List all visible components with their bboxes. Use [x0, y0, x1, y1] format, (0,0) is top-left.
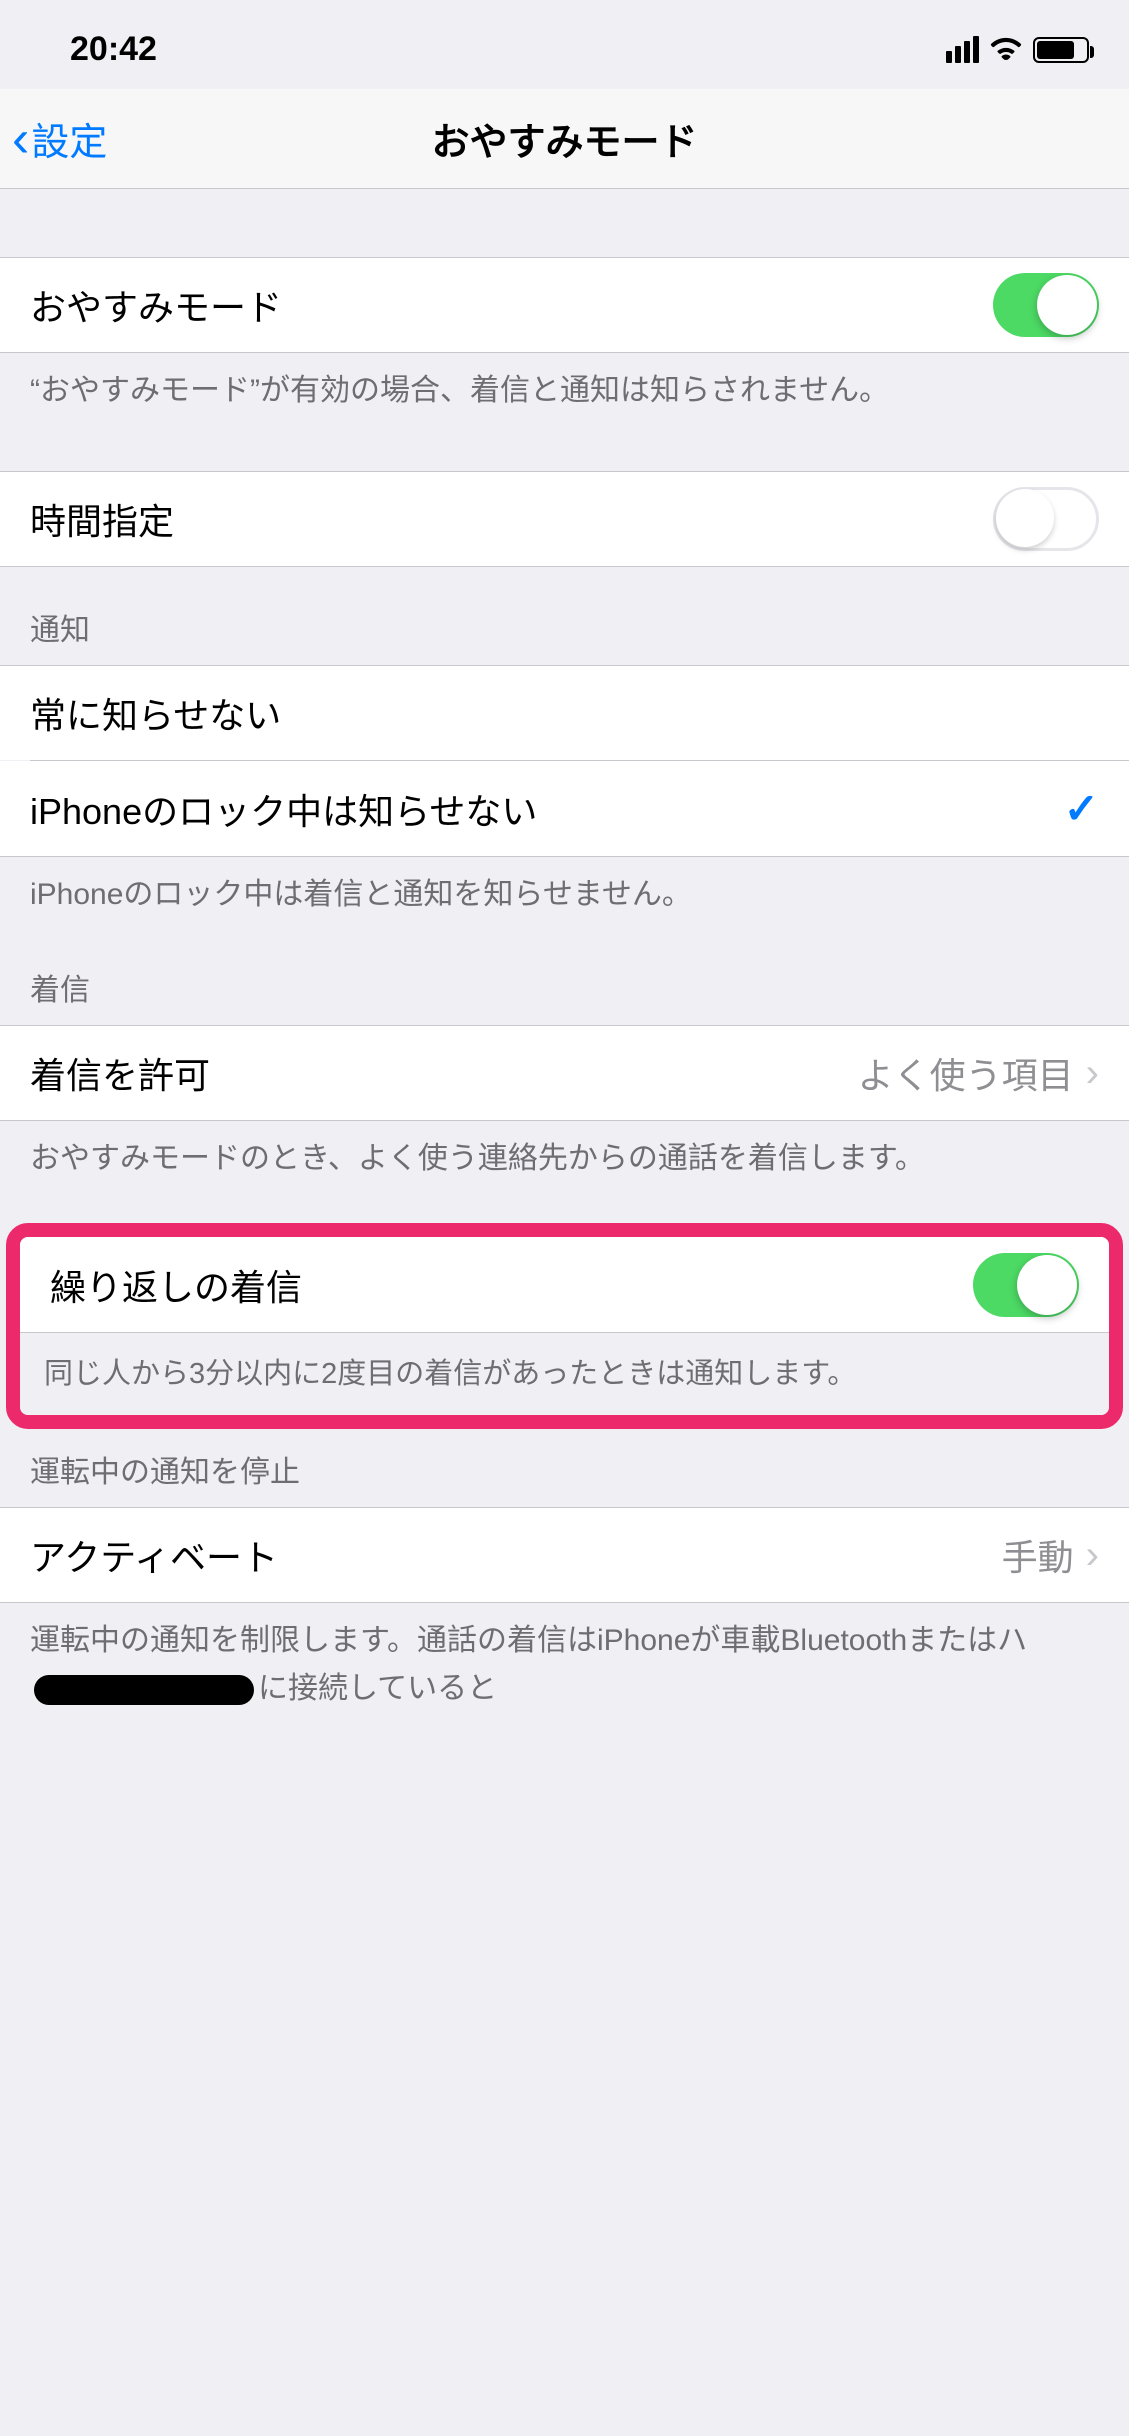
- dnd-footer: “おやすみモード”が有効の場合、着信と通知は知らされません。: [0, 353, 1129, 435]
- chevron-right-icon: ›: [1086, 1533, 1099, 1578]
- dnd-toggle-row[interactable]: おやすみモード: [0, 257, 1129, 352]
- driving-header: 運転中の通知を停止: [0, 1429, 1129, 1507]
- page-title: おやすみモード: [431, 111, 697, 166]
- silence-locked-row[interactable]: iPhoneのロック中は知らせない ✓: [0, 761, 1129, 856]
- back-button[interactable]: ‹ 設定: [12, 111, 107, 166]
- scheduled-row[interactable]: 時間指定: [0, 471, 1129, 566]
- highlight-annotation: 繰り返しの着信 同じ人から3分以内に2度目の着信があったときは通知します。: [6, 1223, 1123, 1429]
- silence-locked-label: iPhoneのロック中は知らせない: [30, 783, 537, 835]
- scheduled-toggle[interactable]: [993, 487, 1099, 551]
- allow-calls-value: よく使う項目: [858, 1047, 1074, 1099]
- redacted-text: [34, 1675, 254, 1705]
- checkmark-icon: ✓: [1064, 784, 1099, 833]
- status-time: 20:42: [70, 30, 157, 69]
- allow-calls-label: 着信を許可: [30, 1047, 210, 1099]
- silence-footer: iPhoneのロック中は着信と通知を知らせません。: [0, 857, 1129, 939]
- wifi-icon: [989, 30, 1023, 69]
- silence-header: 通知: [0, 567, 1129, 665]
- driving-activate-value: 手動: [1002, 1529, 1074, 1581]
- repeated-calls-toggle[interactable]: [973, 1253, 1079, 1317]
- navigation-bar: ‹ 設定 おやすみモード: [0, 89, 1129, 189]
- status-bar: 20:42: [0, 0, 1129, 89]
- phone-header: 着信: [0, 939, 1129, 1025]
- cellular-icon: [946, 36, 979, 63]
- chevron-right-icon: ›: [1086, 1051, 1099, 1096]
- status-indicators: [946, 30, 1089, 69]
- driving-activate-row[interactable]: アクティベート 手動 ›: [0, 1507, 1129, 1602]
- repeated-calls-row[interactable]: 繰り返しの着信: [20, 1237, 1109, 1332]
- silence-always-label: 常に知らせない: [30, 687, 281, 739]
- dnd-toggle[interactable]: [993, 273, 1099, 337]
- driving-footer: 運転中の通知を制限します。通話の着信はiPhoneが車載Bluetoothまたは…: [0, 1603, 1129, 1733]
- driving-activate-label: アクティベート: [30, 1529, 278, 1581]
- scheduled-label: 時間指定: [30, 493, 174, 545]
- silence-always-row[interactable]: 常に知らせない: [0, 665, 1129, 760]
- repeated-calls-footer: 同じ人から3分以内に2度目の着信があったときは通知します。: [20, 1332, 1109, 1415]
- repeated-calls-label: 繰り返しの着信: [50, 1259, 302, 1311]
- chevron-left-icon: ‹: [12, 113, 29, 165]
- allow-calls-row[interactable]: 着信を許可 よく使う項目 ›: [0, 1025, 1129, 1120]
- dnd-toggle-label: おやすみモード: [30, 279, 282, 331]
- allow-calls-footer: おやすみモードのとき、よく使う連絡先からの通話を着信します。: [0, 1121, 1129, 1203]
- battery-icon: [1033, 37, 1089, 63]
- back-label: 設定: [31, 111, 107, 166]
